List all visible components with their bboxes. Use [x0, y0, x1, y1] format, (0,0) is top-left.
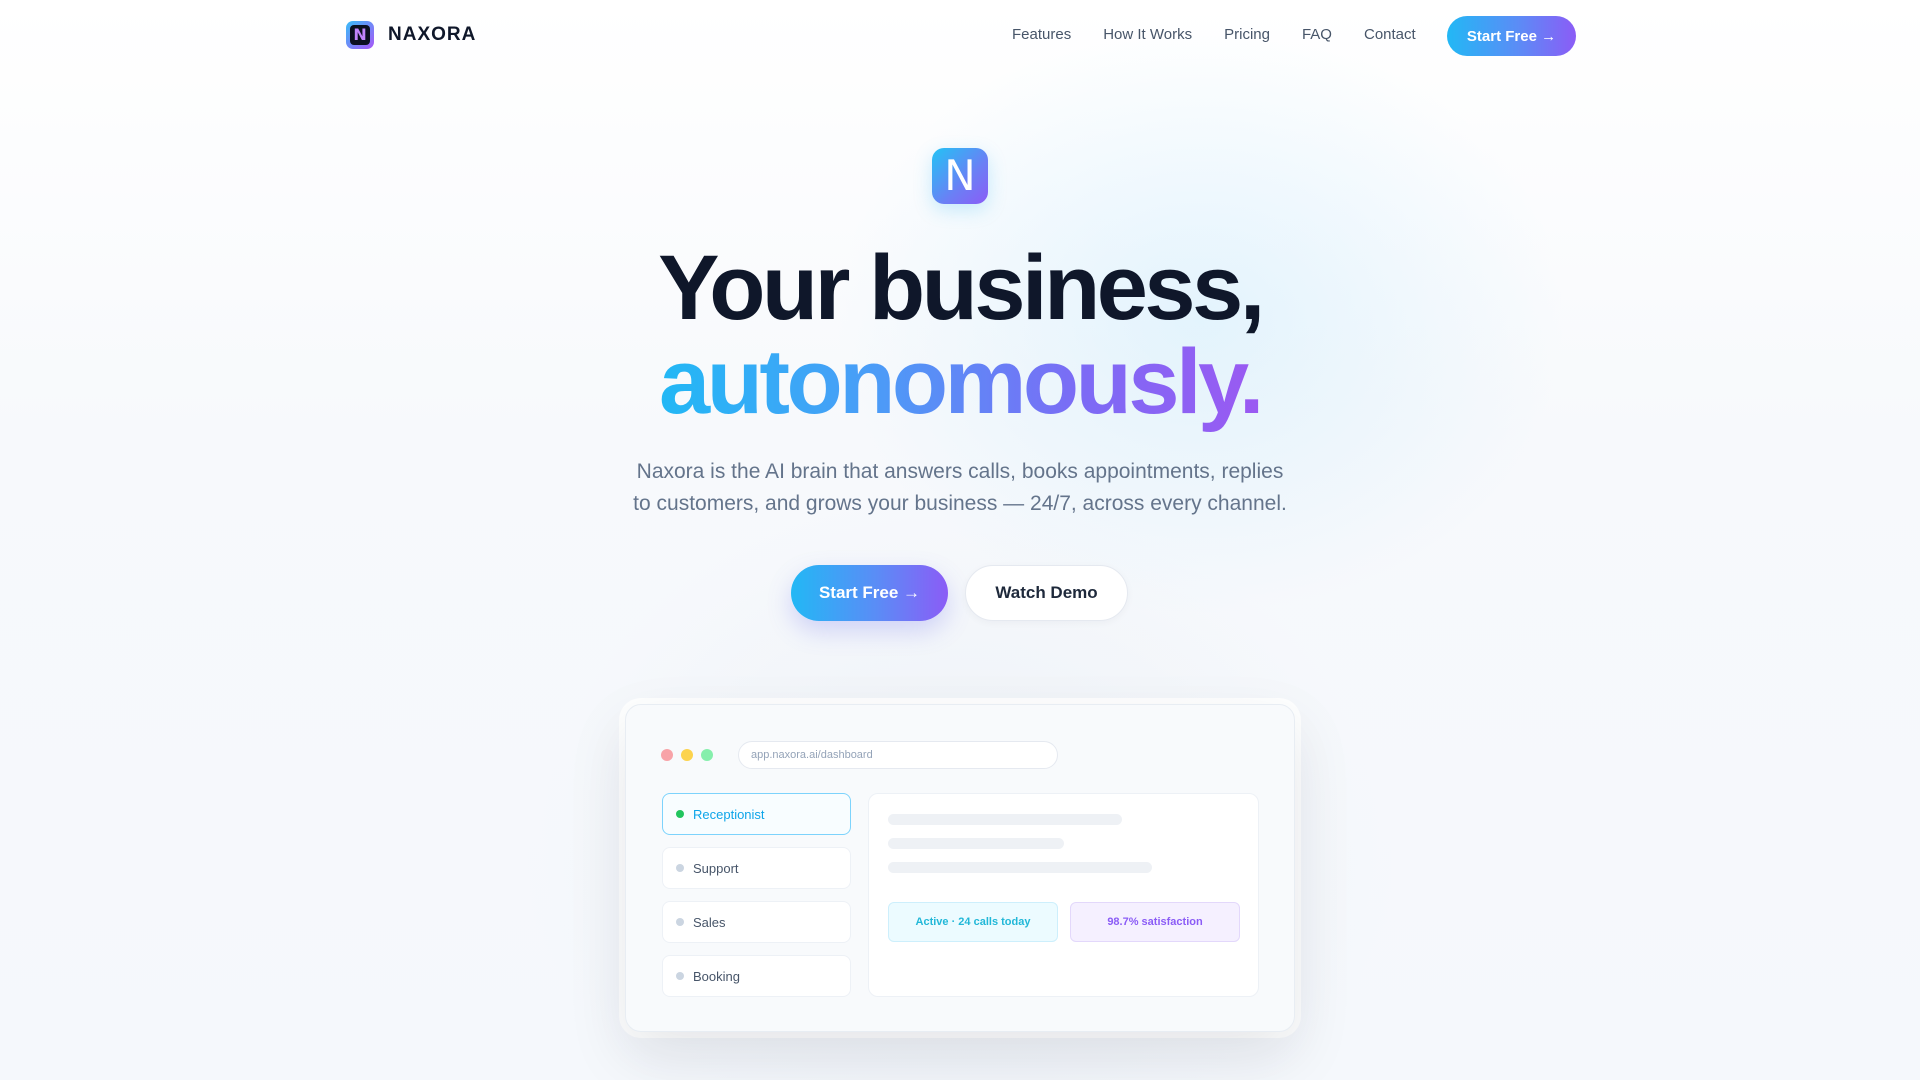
sidebar-item-label: Support — [693, 860, 739, 876]
hero-icon-glyph: N — [944, 151, 976, 200]
subtitle-line-2: to customers, and grows your business — … — [633, 492, 1287, 515]
naxora-logo-icon: И — [346, 21, 374, 49]
hero-cta-row: Start Free → Watch Demo — [791, 565, 1128, 621]
minimize-dot-icon — [681, 749, 693, 761]
top-navigation: И NAXORA Features How It Works Pricing F… — [0, 0, 1920, 72]
active-calls-badge: Active · 24 calls today — [888, 902, 1058, 942]
nav-link-faq[interactable]: FAQ — [1302, 24, 1332, 46]
subtitle-line-1: Naxora is the AI brain that answers call… — [636, 460, 1284, 483]
headline-gradient-text: autonomously. — [659, 331, 1264, 433]
satisfaction-badge: 98.7% satisfaction — [1070, 902, 1240, 942]
sidebar-item-label: Booking — [693, 968, 740, 984]
hero-subtitle: Naxora is the AI brain that answers call… — [610, 456, 1310, 520]
nav-start-free-button[interactable]: Start Free → — [1447, 16, 1576, 56]
status-dot-icon — [676, 864, 684, 872]
headline-line-1: Your business, — [658, 237, 1265, 339]
maximize-dot-icon — [701, 749, 713, 761]
naxora-n-icon: N — [932, 148, 988, 204]
skeleton-line — [888, 838, 1064, 849]
url-bar: app.naxora.ai/dashboard — [738, 741, 1058, 769]
sidebar-item-support[interactable]: Support — [662, 847, 851, 889]
skeleton-line — [888, 862, 1152, 873]
skeleton-line — [888, 814, 1122, 825]
watch-demo-button[interactable]: Watch Demo — [965, 565, 1128, 621]
sidebar-item-receptionist[interactable]: Receptionist — [662, 793, 851, 835]
brand-name: NAXORA — [388, 24, 477, 45]
sidebar-item-label: Sales — [693, 914, 726, 930]
brand[interactable]: И NAXORA — [346, 21, 476, 49]
dashboard-preview: app.naxora.ai/dashboard Receptionist Sup… — [625, 704, 1295, 1032]
status-dot-icon — [676, 972, 684, 980]
logo-glyph: И — [350, 25, 370, 45]
nav-links: Features How It Works Pricing FAQ Contac… — [1012, 24, 1416, 46]
nav-link-how-it-works[interactable]: How It Works — [1103, 24, 1192, 46]
nav-link-pricing[interactable]: Pricing — [1224, 24, 1270, 46]
nav-link-contact[interactable]: Contact — [1364, 24, 1416, 46]
sidebar-item-booking[interactable]: Booking — [662, 955, 851, 997]
content-panel: Active · 24 calls today 98.7% satisfacti… — [868, 793, 1259, 997]
close-dot-icon — [661, 749, 673, 761]
hero-start-free-button[interactable]: Start Free → — [791, 565, 948, 621]
sidebar-item-sales[interactable]: Sales — [662, 901, 851, 943]
headline-line-2: autonomously. — [0, 330, 1920, 434]
sidebar-item-label: Receptionist — [693, 806, 765, 822]
nav-link-features[interactable]: Features — [1012, 24, 1071, 46]
status-dot-icon — [676, 918, 684, 926]
status-dot-icon — [676, 810, 684, 818]
